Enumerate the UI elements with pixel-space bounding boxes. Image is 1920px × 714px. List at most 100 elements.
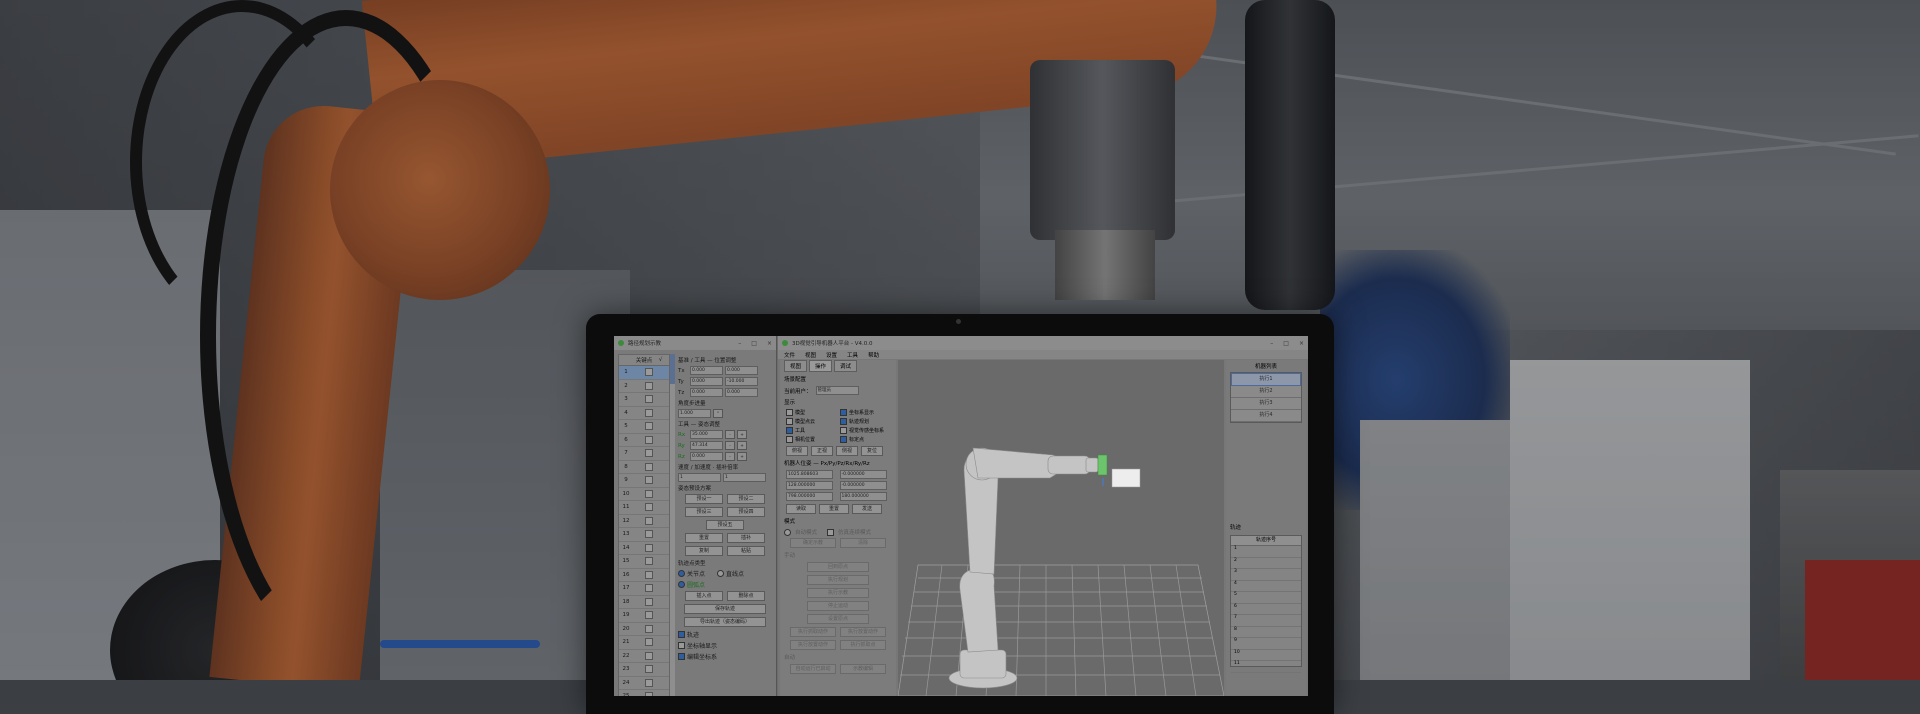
joint-radio[interactable] <box>678 570 685 577</box>
arc-radio[interactable] <box>678 581 685 588</box>
coord-rx[interactable]: -0.000000 <box>839 470 887 479</box>
export-trajectory-button[interactable]: 导出轨迹（姿态编码） <box>684 617 766 627</box>
list-item-checkbox[interactable] <box>645 611 653 620</box>
side-list-item[interactable]: 执行1 <box>1231 373 1301 386</box>
rz-minus-button[interactable]: - <box>725 452 735 461</box>
list-item-checkbox[interactable] <box>645 543 653 552</box>
side-list-item[interactable]: 执行2 <box>1231 386 1301 398</box>
maximize-icon[interactable]: □ <box>1283 340 1289 347</box>
display-checkbox[interactable] <box>786 418 793 425</box>
coord-reset-button[interactable]: 重置 <box>819 504 849 514</box>
menu-tools[interactable]: 工具 <box>847 351 858 359</box>
coord-send-button[interactable]: 发送 <box>852 504 882 514</box>
user-field[interactable]: 管理员 <box>815 386 859 395</box>
table-row[interactable]: 9 <box>1231 638 1301 650</box>
teach-edit-button[interactable]: 示教编辑 <box>840 664 886 674</box>
list-item[interactable]: 24 <box>619 677 669 690</box>
table-row[interactable]: 7 <box>1231 615 1301 627</box>
list-item-checkbox[interactable] <box>645 503 653 512</box>
display-check-item[interactable]: 模型 <box>786 409 836 416</box>
list-item[interactable]: 14 <box>619 542 669 555</box>
list-item[interactable]: 17 <box>619 582 669 596</box>
display-check-item[interactable]: 工具 <box>786 427 836 434</box>
coord-read-button[interactable]: 读取 <box>786 504 816 514</box>
view-side-button[interactable]: 侧视 <box>836 446 858 456</box>
list-item[interactable]: 3 <box>619 393 669 407</box>
list-item-checkbox[interactable] <box>645 624 653 633</box>
preset-4-button[interactable]: 预设四 <box>727 507 765 517</box>
list-item-checkbox[interactable] <box>645 584 653 593</box>
list-item-checkbox[interactable] <box>645 638 653 647</box>
table-row[interactable]: 2 <box>1231 558 1301 569</box>
teach-run-button[interactable]: 执行示教 <box>807 588 869 598</box>
display-check-item[interactable]: 相机位置 <box>786 436 836 443</box>
display-check-item[interactable]: 模型点云 <box>786 418 836 425</box>
tz-field-a[interactable]: 0.000 <box>690 388 723 397</box>
ry-minus-button[interactable]: - <box>725 441 735 450</box>
display-checkbox[interactable] <box>840 436 847 443</box>
list-item[interactable]: 7 <box>619 447 669 461</box>
list-item-checkbox[interactable] <box>645 570 653 579</box>
preset-3-button[interactable]: 预设三 <box>685 507 723 517</box>
table-row[interactable]: 5 <box>1231 592 1301 604</box>
list-item-checkbox[interactable] <box>645 665 653 674</box>
grab-point-button[interactable]: 执行抓取点 <box>840 640 886 650</box>
display-checkbox[interactable] <box>840 418 847 425</box>
list-item[interactable]: 10 <box>619 488 669 501</box>
coord-ry[interactable]: -0.000000 <box>839 481 887 490</box>
preset-2-button[interactable]: 预设二 <box>727 494 765 504</box>
tz-field-b[interactable]: 0.000 <box>725 388 758 397</box>
list-item-checkbox[interactable] <box>645 449 653 458</box>
axis-checkbox[interactable] <box>678 642 685 649</box>
coord-py[interactable]: 128.000000 <box>786 481 833 490</box>
accel-field[interactable]: 1 <box>723 473 766 482</box>
ty-field-b[interactable]: -10.000 <box>725 377 758 386</box>
auto-run-button[interactable]: 自动运行已启动 <box>790 664 836 674</box>
rx-minus-button[interactable]: - <box>725 430 735 439</box>
side-list-item[interactable]: 执行4 <box>1231 410 1301 422</box>
view-top-button[interactable]: 俯视 <box>786 446 808 456</box>
table-row[interactable]: 11 <box>1231 661 1301 673</box>
display-checkbox[interactable] <box>786 409 793 416</box>
home-button[interactable]: 回到原点 <box>807 562 869 572</box>
stop-button[interactable]: 停止运动 <box>807 601 869 611</box>
table-row[interactable]: 4 <box>1231 581 1301 592</box>
list-item[interactable]: 13 <box>619 528 669 542</box>
list-scrollbar[interactable] <box>670 354 675 696</box>
list-item[interactable]: 5 <box>619 420 669 434</box>
scroll-thumb[interactable] <box>670 354 675 384</box>
coord-px[interactable]: 1025.808603 <box>786 470 833 479</box>
edit-frame-checkbox[interactable] <box>678 653 685 660</box>
list-item[interactable]: 16 <box>619 569 669 582</box>
close-icon[interactable]: × <box>767 340 772 347</box>
confirm-teach-button[interactable]: 确定示教 <box>790 538 836 548</box>
list-item[interactable]: 23 <box>619 663 669 677</box>
paste-button[interactable]: 粘贴 <box>727 546 765 556</box>
display-check-item[interactable]: 标定点 <box>840 436 890 443</box>
reset-button[interactable]: 重置 <box>685 533 723 543</box>
ry-plus-button[interactable]: + <box>737 441 747 450</box>
ty-field-a[interactable]: 0.000 <box>690 377 723 386</box>
table-row[interactable]: 10 <box>1231 650 1301 661</box>
list-item[interactable]: 4 <box>619 407 669 420</box>
list-item[interactable]: 19 <box>619 609 669 623</box>
rx-field[interactable]: 35.000 <box>690 430 723 439</box>
grab-button[interactable]: 执行抓取动作 <box>790 627 836 637</box>
list-item[interactable]: 6 <box>619 434 669 447</box>
tx-field-b[interactable]: 0.000 <box>725 366 758 375</box>
place-button[interactable]: 执行放置动作 <box>840 627 886 637</box>
rx-plus-button[interactable]: + <box>737 430 747 439</box>
menu-file[interactable]: 文件 <box>784 351 795 359</box>
display-checkbox[interactable] <box>840 409 847 416</box>
list-item[interactable]: 2 <box>619 380 669 393</box>
close-icon[interactable]: × <box>1299 340 1304 347</box>
tab-debug[interactable]: 调试 <box>834 360 858 372</box>
tab-operate[interactable]: 操作 <box>809 360 833 372</box>
list-item-checkbox[interactable] <box>645 462 653 471</box>
list-item[interactable]: 9 <box>619 474 669 488</box>
list-item-checkbox[interactable] <box>645 435 653 444</box>
speed-field[interactable]: 1 <box>678 473 721 482</box>
insert-point-button[interactable]: 插入点 <box>685 591 723 601</box>
copy-button[interactable]: 复制 <box>685 546 723 556</box>
list-item-checkbox[interactable] <box>645 408 653 417</box>
